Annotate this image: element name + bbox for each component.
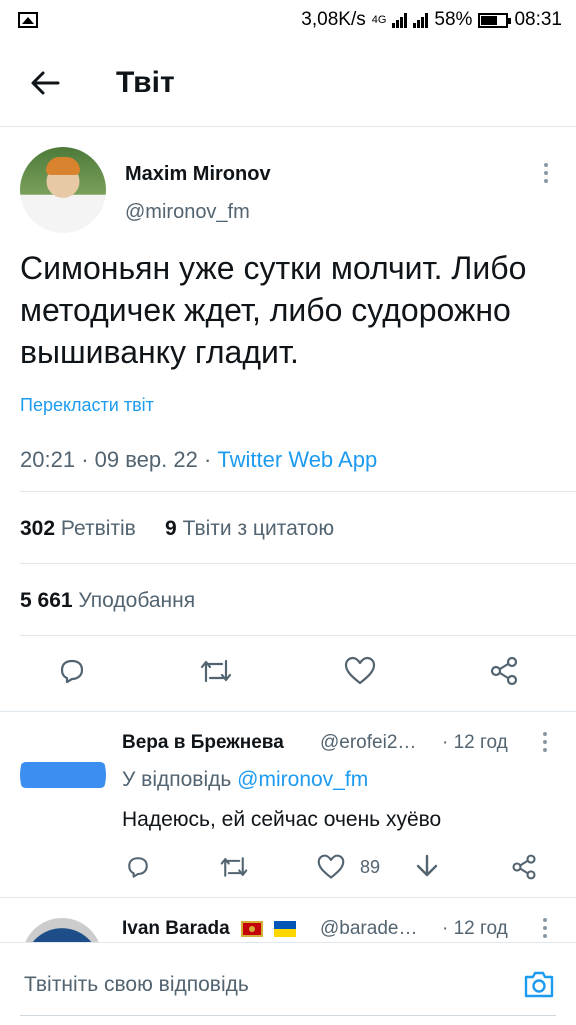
reply-like-button[interactable]: 89 xyxy=(316,852,380,882)
image-notification-icon xyxy=(18,12,38,28)
network-speed: 3,08K/s xyxy=(301,9,366,30)
replying-to: У відповідь @mironov_fm xyxy=(122,768,368,792)
battery-icon xyxy=(478,12,512,28)
reply-reply-button[interactable] xyxy=(124,852,152,882)
reply-actions: 89 xyxy=(0,852,576,882)
like-button[interactable] xyxy=(340,651,380,691)
camera-button[interactable] xyxy=(522,967,556,1001)
arrow-down-icon xyxy=(416,854,438,877)
replying-to-handle[interactable]: @mironov_fm xyxy=(237,768,368,791)
tweet-date: 09 вер. 22 xyxy=(94,447,198,472)
divider xyxy=(20,635,576,636)
retweet-icon xyxy=(200,659,232,683)
like-icon xyxy=(344,656,376,685)
retweet-icon xyxy=(220,857,248,877)
meta-separator-2: · xyxy=(203,447,212,472)
retweets-count: 302 xyxy=(20,517,56,540)
meta-separator: · xyxy=(81,447,89,472)
battery-percent: 58% xyxy=(434,9,473,30)
share-icon xyxy=(490,656,518,686)
network-type: 4G xyxy=(371,14,387,26)
ukraine-flag-icon xyxy=(274,920,297,937)
translate-tweet-link[interactable]: Перекласти твіт xyxy=(20,395,154,416)
reply-author-avatar[interactable] xyxy=(20,732,106,818)
input-underline xyxy=(20,1015,556,1016)
reply-share-button[interactable] xyxy=(510,852,538,882)
quotes-label: Твіти з цитатою xyxy=(182,517,335,540)
reply-input[interactable]: Твітніть свою відповідь xyxy=(24,973,249,997)
retweet-button[interactable] xyxy=(196,651,236,691)
reply-retweet-button[interactable] xyxy=(218,852,250,882)
author-name[interactable]: Maxim Mironov xyxy=(125,163,271,186)
replying-to-label: У відповідь xyxy=(122,768,232,791)
share-button[interactable] xyxy=(484,651,524,691)
clock: 08:31 xyxy=(514,9,562,30)
signal-2-icon xyxy=(413,12,429,28)
camera-icon xyxy=(524,971,554,998)
reply-author-handle[interactable]: @erofei2… xyxy=(320,732,416,754)
reply-tweet[interactable]: Ivan Barada @barade… · 12 год xyxy=(0,897,576,948)
montenegro-flag-icon xyxy=(241,920,264,937)
likes-count: 5 661 xyxy=(20,589,73,612)
more-options-icon[interactable] xyxy=(542,163,550,183)
reply-tweet[interactable]: Вера в Брежнева @erofei2… · 12 год У від… xyxy=(0,711,576,897)
tweet-time: 20:21 xyxy=(20,447,76,472)
reply-author-name[interactable]: Ivan Barada xyxy=(122,918,297,940)
reply-author-handle[interactable]: @barade… xyxy=(320,918,417,940)
battery-fill xyxy=(481,15,497,25)
share-icon xyxy=(512,854,536,880)
tweet-source-link[interactable]: Twitter Web App xyxy=(217,447,377,472)
reply-icon xyxy=(60,659,84,684)
reply-composer: Твітніть свою відповідь xyxy=(0,942,576,1025)
divider xyxy=(20,563,576,564)
reply-more-options-icon[interactable] xyxy=(542,918,548,938)
reply-downvote-button[interactable] xyxy=(414,852,440,882)
reply-like-count: 89 xyxy=(360,856,381,877)
quotes-stat[interactable]: 9 Твіти з цитатою xyxy=(165,517,334,540)
page-title: Твіт xyxy=(116,66,175,99)
tweet-text: Симоньян уже сутки молчит. Либо методиче… xyxy=(20,250,527,370)
reply-author-name-text: Ivan Barada xyxy=(122,918,230,939)
like-icon xyxy=(317,854,345,879)
reply-text: Надеюсь, ей сейчас очень хуёво xyxy=(122,808,442,831)
retweet-quote-stats: 302 Ретвітів 9 Твіти з цитатою xyxy=(20,517,334,541)
reply-time: · 12 год xyxy=(442,732,508,753)
likes-stat[interactable]: 5 661 Уподобання xyxy=(20,589,195,613)
reply-button[interactable] xyxy=(52,651,92,691)
signal-icon xyxy=(392,12,408,28)
reply-icon xyxy=(128,857,148,878)
top-bar: Твіт xyxy=(0,40,576,127)
divider xyxy=(20,491,576,492)
reply-more-options-icon[interactable] xyxy=(542,732,548,752)
reply-time: · 12 год xyxy=(442,918,508,939)
tweet-actions xyxy=(0,651,576,697)
likes-label: Уподобання xyxy=(78,589,196,612)
retweets-stat[interactable]: 302 Ретвітів xyxy=(20,517,136,540)
status-bar: 3,08K/s 4G 58% 08:31 xyxy=(0,0,576,40)
quotes-count: 9 xyxy=(165,517,177,540)
arrow-left-icon xyxy=(31,71,60,95)
tweet-meta: 20:21 · 09 вер. 22 · Twitter Web App xyxy=(20,447,377,473)
reply-author-name[interactable]: Вера в Брежнева xyxy=(122,732,284,754)
back-button[interactable] xyxy=(20,58,70,108)
author-handle[interactable]: @mironov_fm xyxy=(125,201,250,224)
author-avatar[interactable] xyxy=(20,147,106,233)
retweets-label: Ретвітів xyxy=(60,517,136,540)
